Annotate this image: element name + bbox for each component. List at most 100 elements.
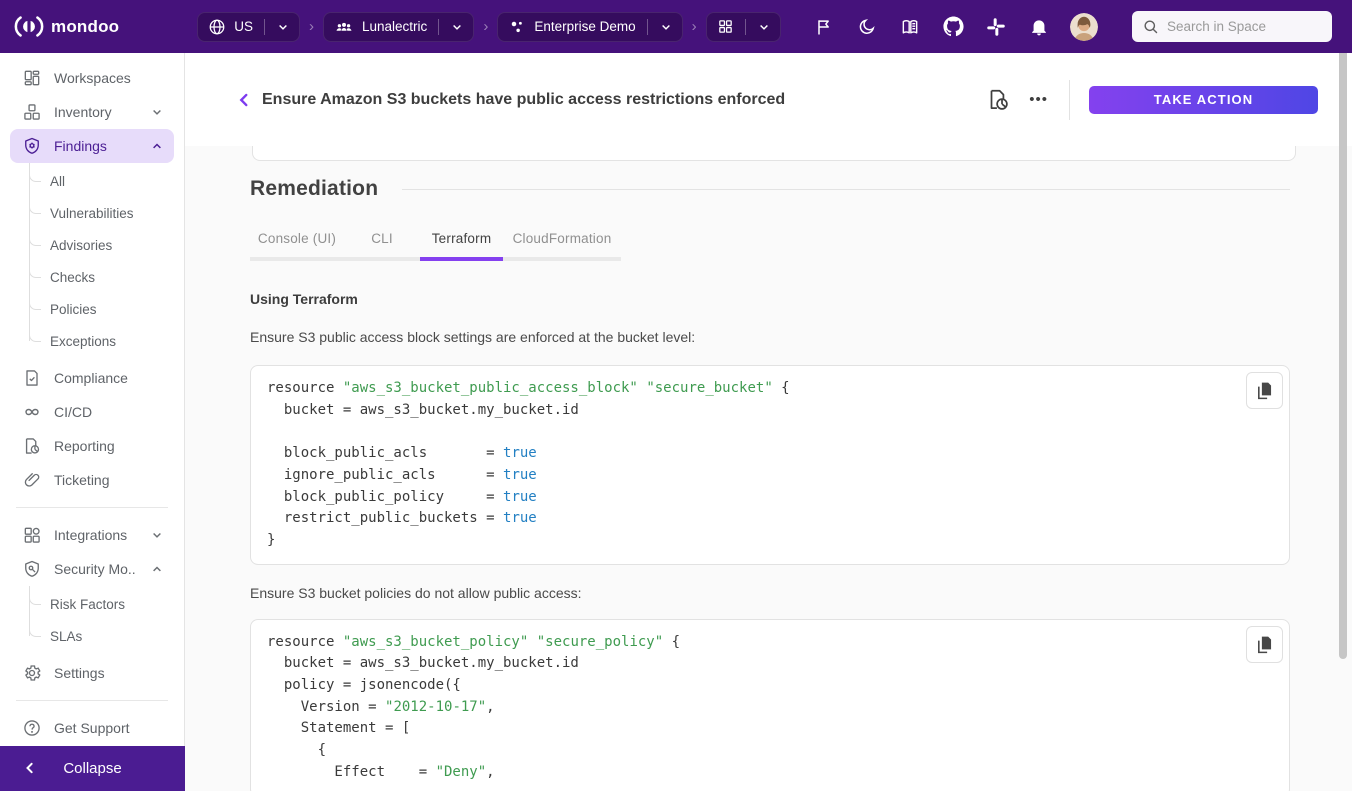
sidebar-divider [16, 700, 168, 701]
sidebar-item-compliance[interactable]: Compliance [10, 361, 174, 395]
slack-icon[interactable] [984, 15, 1008, 39]
sidebar-item-label: Inventory [54, 104, 136, 120]
report-icon[interactable] [983, 85, 1013, 115]
tab-cli[interactable]: CLI [344, 221, 420, 261]
sidebar-item-risk-factors[interactable]: Risk Factors [0, 588, 184, 620]
sidebar-item-workspaces[interactable]: Workspaces [10, 61, 174, 95]
chevron-down-icon[interactable] [448, 18, 466, 36]
sidebar-item-ticketing[interactable]: Ticketing [10, 463, 174, 497]
mondoo-logo[interactable]: mondoo [14, 13, 119, 40]
breadcrumb-separator: › [483, 18, 488, 35]
sidebar-item-slas[interactable]: SLAs [0, 620, 184, 652]
sidebar-item-reporting[interactable]: Reporting [10, 429, 174, 463]
sidebar-item-label: Workspaces [54, 70, 166, 86]
chip-divider [647, 19, 648, 35]
sidebar-item-label: Reporting [54, 438, 166, 454]
settings-gear-icon [22, 663, 42, 683]
chevron-down-icon[interactable] [657, 18, 675, 36]
space-selector[interactable]: Enterprise Demo [497, 12, 682, 42]
search-icon [1142, 18, 1159, 35]
collapse-sidebar-button[interactable]: Collapse [0, 746, 185, 791]
sidebar-item-checks[interactable]: Checks [0, 261, 184, 293]
sidebar-item-all[interactable]: All [0, 165, 184, 197]
notifications-bell-icon[interactable] [1027, 15, 1051, 39]
take-action-button[interactable]: TAKE ACTION [1089, 86, 1318, 114]
chevron-up-icon[interactable] [148, 560, 166, 578]
chevron-down-icon[interactable] [274, 18, 292, 36]
sidebar: Workspaces Inventory Findings All Vulner… [0, 53, 185, 746]
region-label: US [234, 19, 253, 34]
more-options-button[interactable]: ••• [1029, 91, 1048, 108]
subsection-title: Using Terraform [250, 291, 1290, 307]
workspaces-icon [22, 68, 42, 88]
collapse-label: Collapse [63, 760, 121, 777]
page-title: Ensure Amazon S3 buckets have public acc… [262, 91, 983, 109]
cicd-infinity-icon [22, 402, 42, 422]
chevron-down-icon[interactable] [148, 526, 166, 544]
sidebar-subitem-label: SLAs [50, 629, 82, 644]
sidebar-subitem-label: Advisories [50, 238, 112, 253]
code-content: resource "aws_s3_bucket_policy" "secure_… [267, 632, 1273, 784]
sidebar-item-exceptions[interactable]: Exceptions [0, 325, 184, 357]
globe-icon [208, 18, 226, 36]
search-input[interactable] [1167, 19, 1322, 34]
reporting-icon [22, 436, 42, 456]
main-content: Remediation Console (UI) CLI Terraform C… [185, 146, 1352, 791]
sidebar-item-vulnerabilities[interactable]: Vulnerabilities [0, 197, 184, 229]
terraform-code-block-2: resource "aws_s3_bucket_policy" "secure_… [250, 619, 1290, 791]
dark-mode-moon-icon[interactable] [855, 15, 879, 39]
sidebar-bottom-group: Get Support [0, 690, 184, 751]
sidebar-item-get-support[interactable]: Get Support [10, 711, 174, 745]
instruction-text: Ensure S3 public access block settings a… [250, 329, 1290, 345]
brand-name: mondoo [51, 17, 119, 37]
avatar[interactable] [1070, 13, 1098, 41]
chevron-up-icon[interactable] [148, 137, 166, 155]
header-divider [1069, 80, 1070, 120]
mondoo-logo-icon [14, 13, 44, 40]
sidebar-item-inventory[interactable]: Inventory [10, 95, 174, 129]
sidebar-subitem-label: Checks [50, 270, 95, 285]
sidebar-scrollbar[interactable] [1339, 9, 1347, 659]
back-button[interactable] [229, 85, 259, 115]
chip-divider [745, 19, 746, 35]
organization-selector[interactable]: Lunalectric [323, 12, 474, 42]
sidebar-item-cicd[interactable]: CI/CD [10, 395, 174, 429]
flag-icon[interactable] [812, 15, 836, 39]
sidebar-item-label: Get Support [54, 720, 166, 736]
security-submenu: Risk Factors SLAs [0, 586, 184, 656]
sidebar-item-label: CI/CD [54, 404, 166, 420]
sidebar-item-label: Compliance [54, 370, 166, 386]
sidebar-item-security-monitoring[interactable]: Security Mo... [10, 552, 174, 586]
section-divider [402, 189, 1290, 190]
terraform-code-block-1: resource "aws_s3_bucket_public_access_bl… [250, 365, 1290, 565]
findings-shield-bug-icon [22, 136, 42, 156]
tab-terraform[interactable]: Terraform [420, 221, 503, 261]
sidebar-item-policies[interactable]: Policies [0, 293, 184, 325]
sidebar-item-findings[interactable]: Findings [10, 129, 174, 163]
chevron-down-icon[interactable] [148, 103, 166, 121]
sidebar-item-advisories[interactable]: Advisories [0, 229, 184, 261]
chevron-down-icon[interactable] [755, 18, 773, 36]
topbar-actions [812, 11, 1332, 42]
people-icon [334, 17, 354, 37]
sidebar-item-label: Settings [54, 665, 166, 681]
region-selector[interactable]: US [197, 12, 300, 42]
workspace-selector[interactable] [706, 12, 781, 42]
sidebar-item-settings[interactable]: Settings [10, 656, 174, 690]
section-title: Remediation [250, 177, 378, 201]
copy-button[interactable] [1246, 626, 1283, 663]
workspace-grid-icon [717, 18, 734, 35]
sidebar-divider [16, 507, 168, 508]
space-icon [508, 18, 526, 36]
copy-button[interactable] [1246, 372, 1283, 409]
tab-console-ui[interactable]: Console (UI) [250, 221, 344, 261]
sidebar-item-label: Integrations [54, 527, 136, 543]
sidebar-item-label: Ticketing [54, 472, 166, 488]
sidebar-item-integrations[interactable]: Integrations [10, 518, 174, 552]
docs-book-icon[interactable] [898, 15, 922, 39]
tab-cloudformation[interactable]: CloudFormation [503, 221, 621, 261]
inventory-icon [22, 102, 42, 122]
github-icon[interactable] [941, 15, 965, 39]
page-header: Ensure Amazon S3 buckets have public acc… [185, 53, 1352, 146]
code-content: resource "aws_s3_bucket_public_access_bl… [267, 378, 1273, 552]
